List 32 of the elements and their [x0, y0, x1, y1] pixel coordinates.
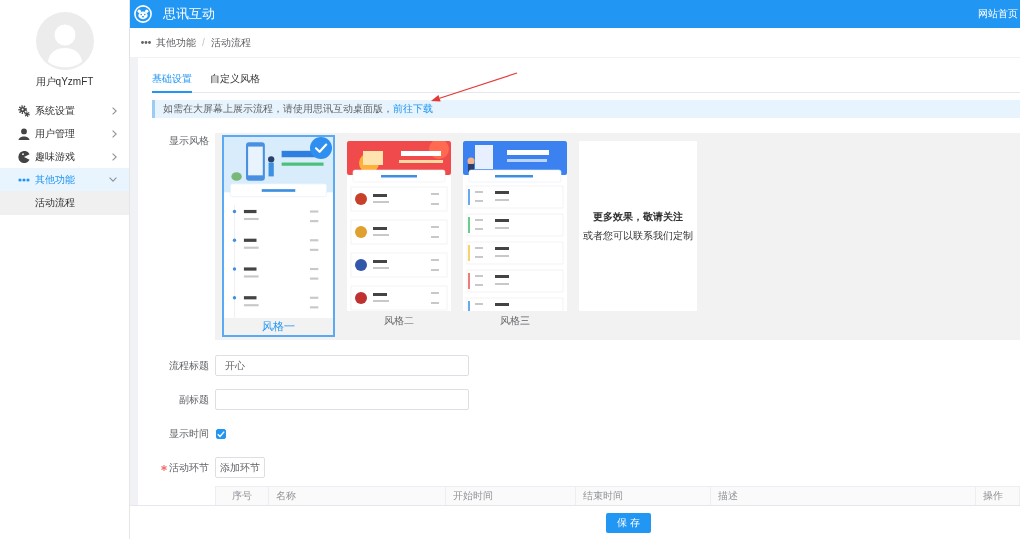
subtitle-field[interactable]: [215, 389, 469, 410]
breadcrumb-item[interactable]: 其他功能: [156, 35, 196, 50]
field-label: 流程标题: [169, 358, 209, 373]
custom-contact-text: 或者您可以联系我们定制: [583, 229, 693, 242]
add-stage-button[interactable]: 添加环节: [215, 457, 265, 478]
more-dots-icon: [18, 177, 30, 182]
sidebar-item[interactable]: 趣味游戏: [0, 145, 129, 168]
field-label: 显示风格: [169, 134, 209, 148]
check-icon: [217, 429, 225, 438]
style-option[interactable]: 风格三: [463, 141, 567, 331]
bear-logo-icon: [134, 5, 152, 23]
username: 用户qYzmFT: [35, 75, 94, 89]
gear-icon: [18, 104, 30, 117]
more-styles-text: 更多效果，敬请关注: [593, 210, 683, 223]
checkbox[interactable]: [216, 428, 226, 439]
sidebar-item[interactable]: 系统设置: [0, 99, 129, 122]
more-dots-icon: [141, 41, 151, 44]
field-label: 显示时间: [169, 426, 209, 441]
pacman-icon: [18, 150, 30, 163]
field-label: 活动环节: [169, 460, 209, 475]
field-label: 副标题: [179, 392, 209, 407]
check-badge-icon: [310, 137, 332, 159]
sidebar-subitem[interactable]: 活动流程: [0, 191, 129, 215]
title-field[interactable]: 开心: [215, 355, 469, 376]
tab[interactable]: 自定义风格: [210, 66, 260, 93]
breadcrumb-item: 活动流程: [210, 35, 251, 50]
sidebar-item[interactable]: 用户管理: [0, 122, 129, 145]
breadcrumb-separator: /: [202, 37, 205, 48]
brand-name: 思讯互动: [163, 5, 215, 23]
user-icon: [18, 127, 30, 140]
style-option[interactable]: 风格二: [347, 141, 451, 331]
notice-text: 如需在大屏幕上展示流程，请使用思讯互动桌面版，前往下载: [163, 102, 433, 116]
